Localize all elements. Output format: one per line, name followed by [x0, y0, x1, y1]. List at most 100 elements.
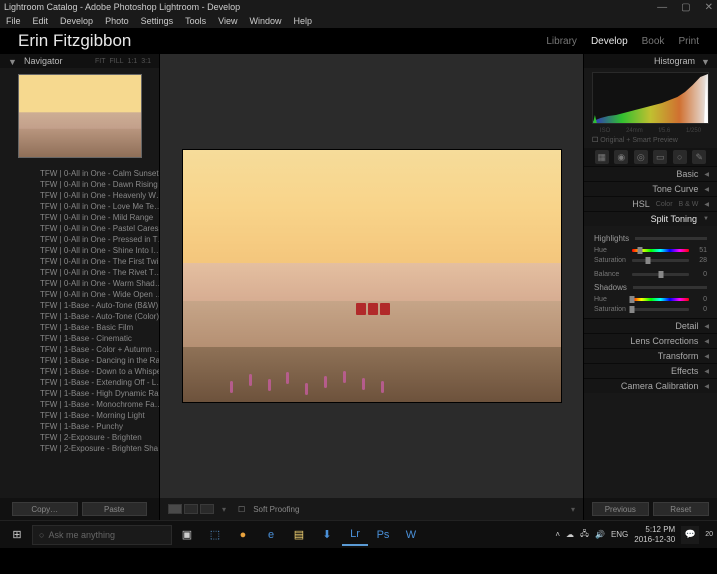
copy-button[interactable]: Copy… — [12, 502, 78, 516]
search-input[interactable]: ○ Ask me anything — [32, 525, 172, 545]
menu-file[interactable]: File — [6, 16, 21, 26]
brush-tool-icon[interactable]: ✎ — [692, 150, 706, 164]
preset-item[interactable]: TFW | 1-Base - Cinematic — [0, 333, 159, 344]
taskbar-app-store[interactable]: ⬇ — [314, 524, 340, 546]
zoom-1-1[interactable]: 1:1 — [128, 58, 138, 65]
preset-item[interactable]: TFW | 1-Base - Morning Light — [0, 410, 159, 421]
panel-tone-curve[interactable]: Tone Curve◀ — [584, 181, 717, 196]
highlights-sat-slider[interactable] — [632, 259, 689, 262]
taskbar-app-edge[interactable]: e — [258, 524, 284, 546]
tray-expand-icon[interactable]: ˄ — [555, 530, 560, 539]
navigator-preview[interactable] — [18, 74, 142, 158]
zoom-3-1[interactable]: 3:1 — [141, 58, 151, 65]
preset-item[interactable]: TFW | 0-All in One - Calm Sunset — [0, 168, 159, 179]
preset-item[interactable]: TFW | 0-All in One - The Rivet T… — [0, 267, 159, 278]
redeye-tool-icon[interactable]: ◎ — [634, 150, 648, 164]
gradient-tool-icon[interactable]: ▭ — [653, 150, 667, 164]
taskbar-app-explorer[interactable]: ▤ — [286, 524, 312, 546]
taskbar-app-lightroom[interactable]: Lr — [342, 524, 368, 546]
preset-item[interactable]: TFW | 0-All in One - Mild Range — [0, 212, 159, 223]
preset-item[interactable]: TFW | 1-Base - High Dynamic Ra… — [0, 388, 159, 399]
taskbar-app-photoshop[interactable]: Ps — [370, 524, 396, 546]
soft-proofing-toggle[interactable]: Soft Proofing — [253, 505, 299, 514]
tray-volume-icon[interactable]: 🔊 — [595, 530, 605, 539]
preset-item[interactable]: TFW | 1-Base - Auto-Tone (B&W) — [0, 300, 159, 311]
shadows-hue-slider[interactable] — [632, 298, 689, 301]
crop-tool-icon[interactable]: ▦ — [595, 150, 609, 164]
view-loupe-button[interactable] — [168, 504, 182, 514]
preset-item[interactable]: TFW | 1-Base - Punchy — [0, 421, 159, 432]
zoom-fill[interactable]: FILL — [110, 58, 124, 65]
panel-effects[interactable]: Effects◀ — [584, 363, 717, 378]
panel-hsl[interactable]: HSL Color B & W ◀ — [584, 196, 717, 211]
reset-button[interactable]: Reset — [653, 502, 710, 516]
main-photo[interactable] — [182, 149, 562, 403]
preset-item[interactable]: TFW | 1-Base - Dancing in the Rain — [0, 355, 159, 366]
start-button[interactable]: ⊞ — [4, 524, 30, 546]
histogram-chart[interactable] — [592, 72, 709, 124]
panel-basic[interactable]: Basic◀ — [584, 166, 717, 181]
menu-view[interactable]: View — [218, 16, 237, 26]
panel-transform[interactable]: Transform◀ — [584, 348, 717, 363]
tray-network-icon[interactable]: 🖧 — [580, 528, 589, 542]
preset-item[interactable]: TFW | 0-All in One - The First Twi — [0, 256, 159, 267]
menu-window[interactable]: Window — [250, 16, 282, 26]
preset-item[interactable]: TFW | 0-All in One - Shine Into I… — [0, 245, 159, 256]
preset-item[interactable]: TFW | 1-Base - Basic Film — [0, 322, 159, 333]
taskbar-app-chrome[interactable]: ● — [230, 524, 256, 546]
module-book[interactable]: Book — [642, 36, 665, 47]
highlights-sat-value[interactable]: 28 — [693, 257, 707, 264]
panel-split-toning[interactable]: Split Toning▼ — [584, 211, 717, 226]
menu-photo[interactable]: Photo — [105, 16, 129, 26]
shadows-sat-value[interactable]: 0 — [693, 306, 707, 313]
panel-detail[interactable]: Detail◀ — [584, 318, 717, 333]
preset-item[interactable]: TFW | 1-Base - Auto-Tone (Color) — [0, 311, 159, 322]
preset-item[interactable]: TFW | 0-All in One - Pastel Caress — [0, 223, 159, 234]
menu-edit[interactable]: Edit — [33, 16, 49, 26]
preset-item[interactable]: TFW | 0-All in One - Heavenly W… — [0, 190, 159, 201]
preset-item[interactable]: TFW | 1-Base - Color + Autumn … — [0, 344, 159, 355]
module-develop[interactable]: Develop — [591, 36, 628, 47]
shadows-hue-value[interactable]: 0 — [693, 296, 707, 303]
previous-button[interactable]: Previous — [592, 502, 649, 516]
preset-item[interactable]: TFW | 1-Base - Monochrome Fa… — [0, 399, 159, 410]
paste-button[interactable]: Paste — [82, 502, 148, 516]
preset-item[interactable]: TFW | 2-Exposure - Brighten — [0, 432, 159, 443]
histogram-collapse-icon[interactable]: ▼ — [701, 57, 709, 65]
tray-clock[interactable]: 5:12 PM 2016-12-30 — [634, 525, 675, 545]
close-button[interactable]: ✕ — [705, 2, 713, 13]
highlights-hue-value[interactable]: 51 — [693, 247, 707, 254]
taskbar-app-1[interactable]: ⬚ — [202, 524, 228, 546]
preset-item[interactable]: TFW | 0-All in One - Wide Open … — [0, 289, 159, 300]
preset-list[interactable]: TFW | 0-All in One - Calm Sunset TFW | 0-… — [0, 166, 159, 498]
balance-slider[interactable] — [632, 273, 689, 276]
balance-value[interactable]: 0 — [693, 271, 707, 278]
navigator-collapse-icon[interactable]: ▼ — [8, 57, 16, 65]
radial-tool-icon[interactable]: ○ — [673, 150, 687, 164]
preset-item[interactable]: TFW | 1-Base - Down to a Whisper — [0, 366, 159, 377]
menu-settings[interactable]: Settings — [141, 16, 174, 26]
task-view-icon[interactable]: ▣ — [174, 524, 200, 546]
panel-calibration[interactable]: Camera Calibration◀ — [584, 378, 717, 393]
preset-item[interactable]: TFW | 2-Exposure - Brighten Sha… — [0, 443, 159, 454]
module-library[interactable]: Library — [546, 36, 577, 47]
preset-item[interactable]: TFW | 0-All in One - Love Me Te… — [0, 201, 159, 212]
panel-lens[interactable]: Lens Corrections◀ — [584, 333, 717, 348]
preset-item[interactable]: TFW | 1-Base - Extending Off - L… — [0, 377, 159, 388]
zoom-fit[interactable]: FIT — [95, 58, 106, 65]
menu-help[interactable]: Help — [294, 16, 313, 26]
minimize-button[interactable]: — — [657, 2, 667, 13]
view-before-after-button[interactable] — [184, 504, 198, 514]
view-split-button[interactable] — [200, 504, 214, 514]
notification-center-icon[interactable]: 💬 — [681, 526, 699, 544]
maximize-button[interactable]: ▢ — [681, 2, 690, 13]
shadows-sat-slider[interactable] — [632, 308, 689, 311]
highlights-hue-slider[interactable] — [632, 249, 689, 252]
tray-lang[interactable]: ENG — [611, 530, 628, 539]
module-print[interactable]: Print — [678, 36, 699, 47]
taskbar-app-word[interactable]: W — [398, 524, 424, 546]
toolbar-more-icon[interactable]: ▾ — [571, 505, 575, 514]
preset-item[interactable]: TFW | 0-All in One - Pressed in T… — [0, 234, 159, 245]
tray-onedrive-icon[interactable]: ☁ — [566, 530, 574, 539]
spot-tool-icon[interactable]: ◉ — [614, 150, 628, 164]
